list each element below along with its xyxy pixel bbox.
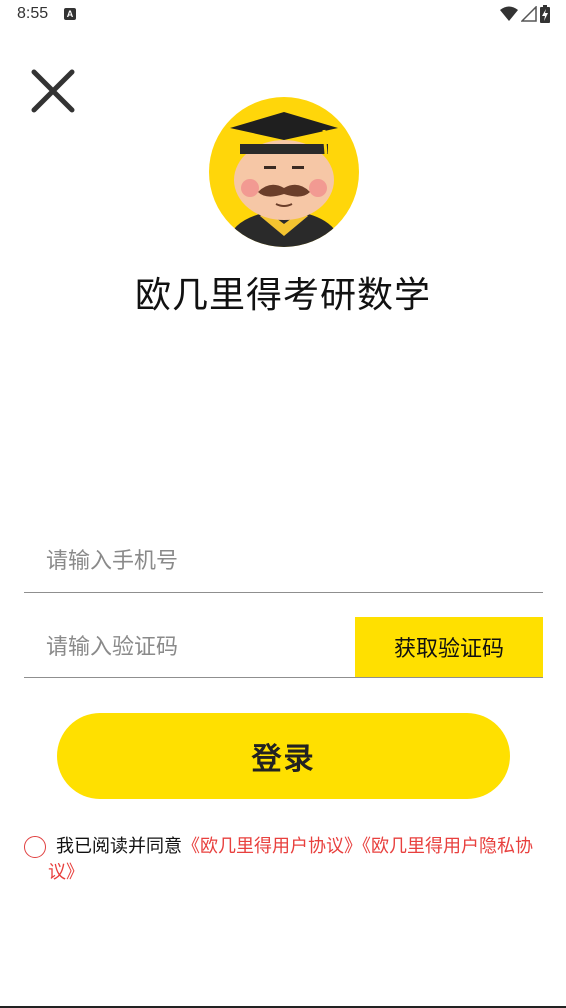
app-title: 欧几里得考研数学 (134, 275, 431, 316)
login-button[interactable]: 登录 (57, 713, 510, 799)
app-logo-avatar (208, 96, 360, 248)
battery-charging-icon (540, 5, 550, 23)
graduate-mascot-icon (209, 97, 359, 247)
status-bar: 8:55 A (0, 0, 566, 30)
notification-icon: A (64, 8, 76, 20)
agreement-radio[interactable] (24, 836, 46, 858)
wifi-icon (500, 6, 518, 21)
verification-code-field: 获取验证码 (24, 617, 543, 678)
agreement-prefix: 我已阅读并同意 (56, 836, 182, 857)
verification-code-input[interactable] (24, 617, 354, 677)
get-code-button[interactable]: 获取验证码 (355, 617, 543, 677)
phone-field (24, 530, 543, 593)
phone-input[interactable] (24, 530, 543, 592)
user-agreement-link[interactable]: 《欧几里得用户协议》 (182, 836, 362, 857)
close-button[interactable] (30, 68, 76, 114)
close-icon (31, 69, 75, 113)
status-time: 8:55 (17, 5, 49, 22)
agreement-text: 我已阅读并同意《欧几里得用户协议》《欧几里得用户隐私协议》 (48, 834, 544, 886)
status-icons (500, 5, 550, 23)
cellular-signal-icon (521, 6, 537, 22)
